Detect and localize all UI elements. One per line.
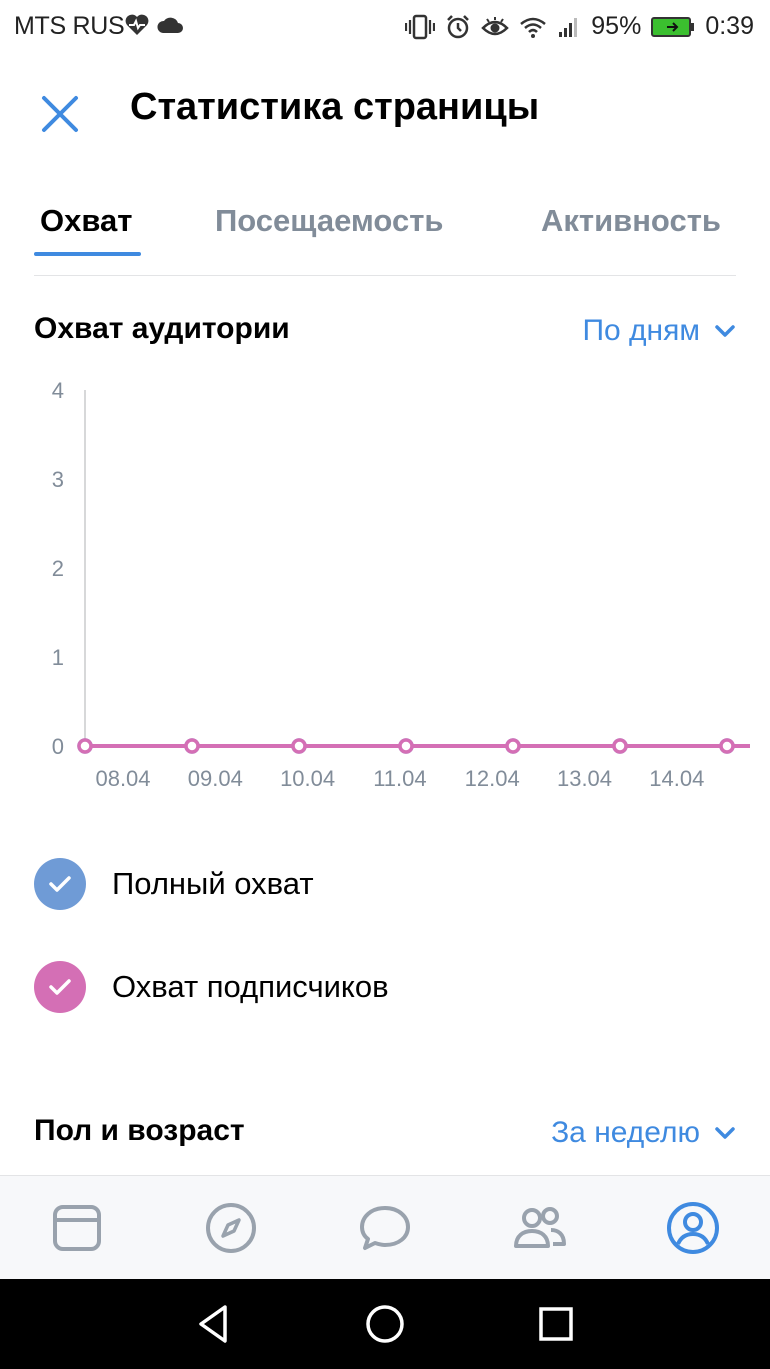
explore-compass-icon[interactable] [203, 1200, 259, 1256]
data-point [291, 738, 307, 754]
status-bar: MTS RUS 95% 0:39 [0, 0, 770, 56]
data-point [77, 738, 93, 754]
chevron-down-icon [715, 1127, 735, 1139]
vibrate-icon [405, 14, 436, 39]
week-period-label: За неделю [551, 1116, 700, 1149]
data-point [719, 738, 735, 754]
period-select-label: По дням [582, 314, 700, 347]
legend-label: Полный охват [112, 866, 314, 901]
wifi-icon [520, 17, 547, 38]
x-tick-label: 11.04 [373, 766, 426, 791]
alarm-icon [447, 14, 470, 38]
heartbeat-icon [125, 14, 149, 35]
tab-reach[interactable]: Охват [40, 203, 132, 239]
carrier-label: MTS RUS [14, 12, 125, 40]
back-icon[interactable] [191, 1301, 237, 1347]
x-tick-label: 13.04 [557, 766, 612, 791]
data-point [612, 738, 628, 754]
reach-section-title: Охват аудитории [34, 312, 290, 345]
bottom-tab-bar [0, 1175, 770, 1280]
reach-section-header: Охват аудитории По дням [34, 312, 736, 360]
active-tab-indicator [34, 252, 141, 256]
week-period-select[interactable]: За неделю [551, 1116, 736, 1150]
checkbox-total-reach[interactable] [34, 858, 86, 910]
page-header: Статистика страницы [0, 70, 770, 150]
checkbox-subscriber-reach[interactable] [34, 961, 86, 1013]
profile-icon[interactable] [665, 1200, 721, 1256]
recents-icon[interactable] [533, 1301, 579, 1347]
x-tick-label: 09.04 [188, 766, 243, 791]
data-point [184, 738, 200, 754]
tab-attendance[interactable]: Посещаемость [215, 203, 443, 239]
data-point [398, 738, 414, 754]
y-tick-label: 1 [52, 645, 64, 670]
gender-age-section-header: Пол и возраст За неделю [34, 1114, 736, 1162]
reach-chart: 0 1 2 3 4 08.04 09.04 10.04 11.04 12.04 13.04 14.0… [52, 378, 750, 791]
system-navigation-bar [0, 1279, 770, 1369]
eye-icon [481, 16, 510, 35]
battery-icon [651, 16, 695, 37]
chevron-down-icon [715, 325, 735, 337]
gender-age-section-title: Пол и возраст [34, 1114, 245, 1147]
legend-total-reach[interactable]: Полный охват [34, 858, 314, 910]
y-tick-label: 0 [52, 734, 64, 759]
cloud-icon [157, 17, 183, 33]
tab-activity[interactable]: Активность [541, 203, 721, 239]
y-tick-label: 4 [52, 378, 64, 403]
x-tick-label: 08.04 [95, 766, 150, 791]
close-icon[interactable] [36, 90, 84, 138]
x-tick-label: 12.04 [465, 766, 520, 791]
messages-icon[interactable] [357, 1200, 413, 1256]
x-tick-label: 14.04 [649, 766, 704, 791]
x-tick-label: 10.04 [280, 766, 335, 791]
clock: 0:39 [705, 12, 754, 40]
legend-label: Охват подписчиков [112, 969, 389, 1004]
y-tick-label: 3 [52, 467, 64, 492]
news-icon[interactable] [49, 1200, 105, 1256]
legend-subscriber-reach[interactable]: Охват подписчиков [34, 961, 389, 1013]
friends-icon[interactable] [511, 1200, 567, 1256]
battery-percent: 95% [591, 12, 642, 40]
checkmark-icon [49, 979, 71, 995]
signal-icon [559, 17, 578, 37]
period-select[interactable]: По дням [582, 314, 736, 348]
y-tick-label: 2 [52, 556, 64, 581]
home-icon[interactable] [362, 1301, 408, 1347]
data-point [505, 738, 521, 754]
tab-bar: Охват Посещаемость Активность [34, 195, 736, 276]
checkmark-icon [49, 876, 71, 892]
page-title: Статистика страницы [130, 86, 540, 128]
